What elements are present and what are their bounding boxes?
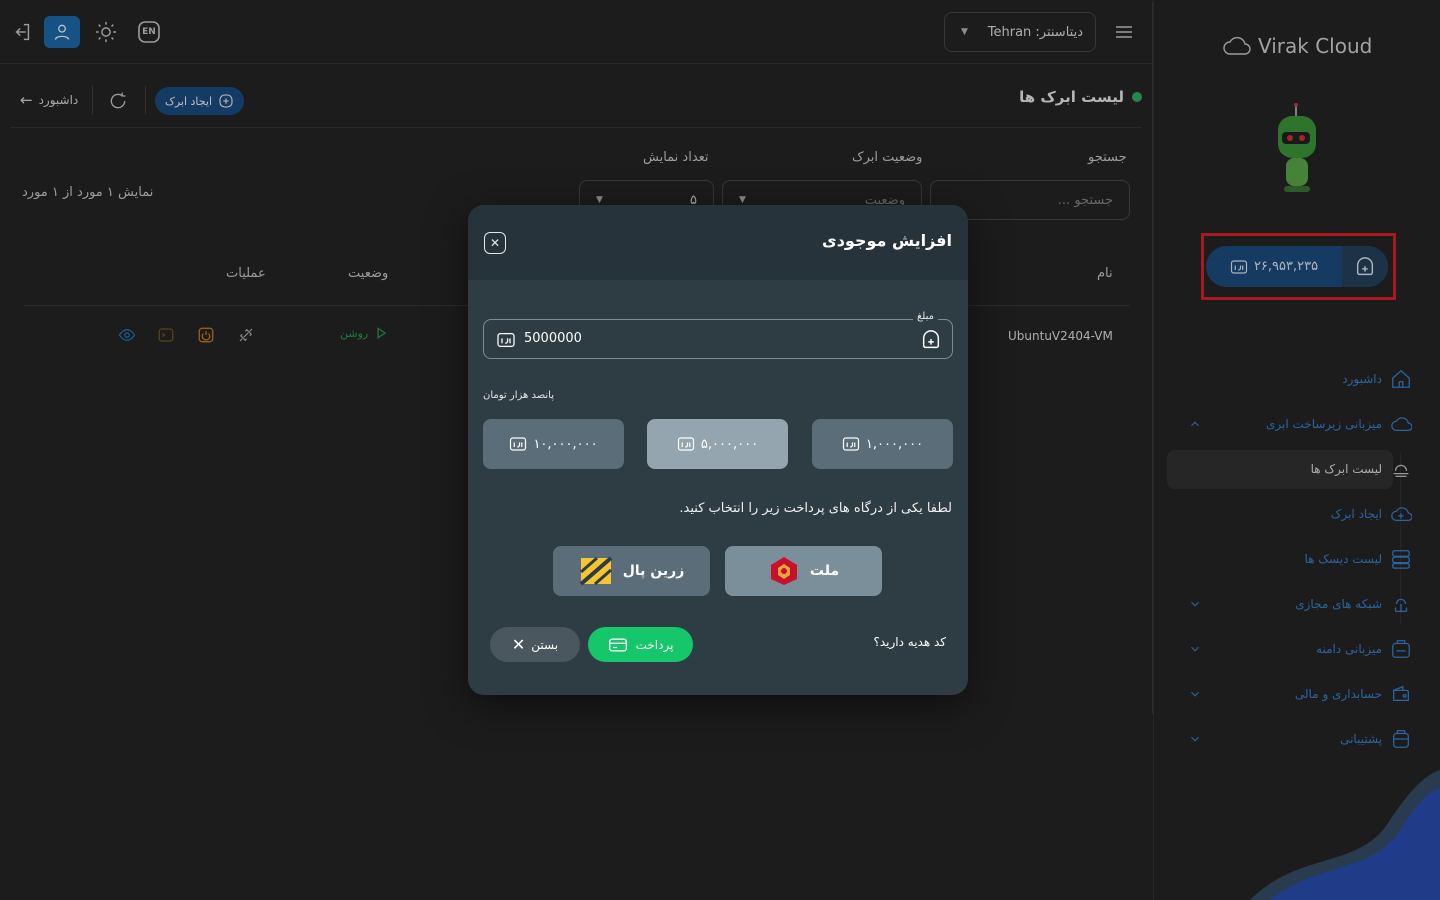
rial-icon	[510, 437, 527, 451]
amount-in-words: پانصد هزار تومان	[483, 390, 554, 401]
amount-label: مبلغ	[912, 311, 938, 322]
wallet-plus-icon	[922, 330, 940, 349]
amount-value: 5000000	[524, 331, 582, 346]
pay-button[interactable]: پرداخت	[588, 627, 693, 662]
close-button-label: بستن	[531, 637, 559, 652]
pay-button-label: پرداخت	[635, 637, 674, 652]
preset-amount-label: ۱,۰۰۰,۰۰۰	[865, 436, 924, 452]
x-icon: ✕	[511, 635, 526, 654]
mellat-gateway-button[interactable]: ملت	[725, 546, 882, 596]
add-balance-modal: افزایش موجودی ✕ 5000000 مبلغ پانصد هزار …	[468, 205, 968, 695]
preset-amount-button[interactable]: ۱۰,۰۰۰,۰۰۰	[483, 419, 624, 469]
close-button[interactable]: بستن ✕	[490, 627, 580, 662]
preset-amount-label: ۱۰,۰۰۰,۰۰۰	[533, 436, 598, 452]
rial-icon	[677, 437, 695, 451]
gateway-instruction: لطفا یکی از درگاه های پرداخت زیر را انتخ…	[679, 501, 952, 516]
zarinpal-logo-icon	[579, 556, 613, 586]
gateway-label: زرین پال	[622, 563, 685, 579]
rial-icon	[497, 332, 515, 348]
amount-input[interactable]: 5000000	[483, 319, 953, 359]
preset-amount-button[interactable]: ۵,۰۰۰,۰۰۰	[647, 419, 788, 469]
gift-code-link[interactable]: کد هدیه دارید؟	[873, 635, 946, 649]
mellat-logo-icon	[770, 557, 797, 585]
modal-title: افزایش موجودی	[822, 231, 952, 250]
gateway-label: ملت	[809, 563, 840, 579]
rial-icon	[842, 437, 860, 451]
credit-card-icon	[608, 638, 627, 651]
preset-amount-label: ۵,۰۰۰,۰۰۰	[700, 436, 759, 452]
close-icon[interactable]: ✕	[484, 232, 506, 254]
preset-amount-button[interactable]: ۱,۰۰۰,۰۰۰	[812, 419, 953, 469]
modal-header: افزایش موجودی ✕	[468, 205, 968, 280]
zarinpal-gateway-button[interactable]: زرین پال	[553, 546, 710, 596]
